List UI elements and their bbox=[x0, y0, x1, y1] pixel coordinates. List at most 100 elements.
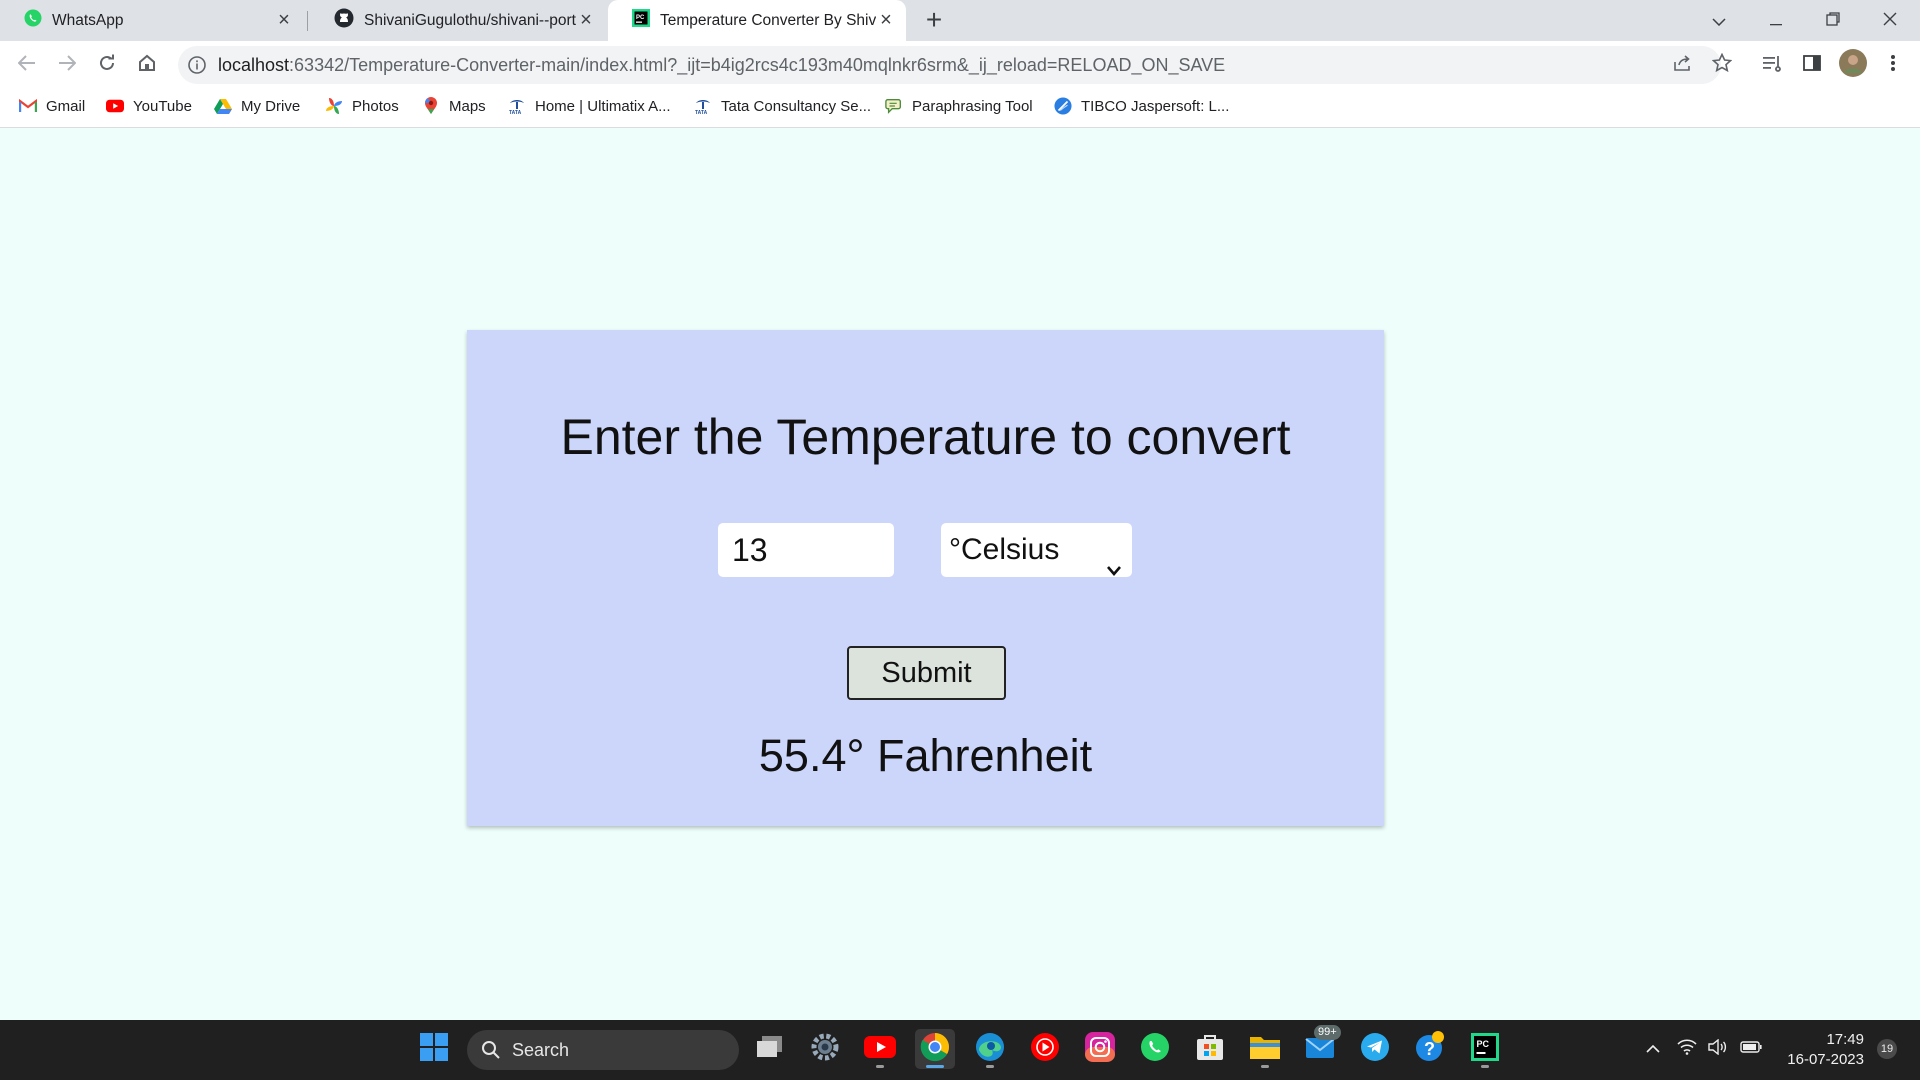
taskbar-settings[interactable] bbox=[805, 1029, 845, 1069]
taskbar-edge[interactable] bbox=[970, 1029, 1010, 1069]
google-maps-icon bbox=[422, 97, 440, 115]
avatar bbox=[1839, 48, 1867, 82]
profile-button[interactable] bbox=[1838, 48, 1868, 82]
task-view-icon bbox=[756, 1035, 784, 1064]
taskbar-microsoft-store[interactable] bbox=[1190, 1029, 1230, 1069]
bookmark-tcs[interactable]: TATA Tata Consultancy Se... bbox=[694, 89, 871, 123]
tab-title: ShivaniGugulothu/shivani--portfo bbox=[364, 11, 576, 29]
temperature-input[interactable]: 13 bbox=[718, 523, 894, 577]
bookmark-label: Home | Ultimatix A... bbox=[535, 97, 671, 115]
google-photos-icon bbox=[325, 97, 343, 115]
wifi-status[interactable] bbox=[1672, 1029, 1702, 1069]
clock[interactable]: 17:49 16-07-2023 bbox=[1780, 1030, 1864, 1070]
tab-strip: WhatsApp × ShivaniGugulothu/shivani--por… bbox=[0, 0, 1920, 41]
side-panel-button[interactable] bbox=[1797, 50, 1827, 80]
conversion-result: 55.4° Fahrenheit bbox=[758, 730, 1093, 781]
taskbar-file-explorer[interactable] bbox=[1245, 1029, 1285, 1069]
reading-list-button[interactable] bbox=[1757, 50, 1787, 80]
taskbar-task-view[interactable] bbox=[750, 1029, 790, 1069]
address-bar[interactable]: localhost:63342/Temperature-Converter-ma… bbox=[178, 46, 1721, 84]
bookmark-button[interactable] bbox=[1707, 50, 1737, 80]
pycharm-icon: PC bbox=[1471, 1032, 1499, 1066]
volume-status[interactable] bbox=[1703, 1029, 1733, 1069]
share-icon bbox=[1672, 54, 1692, 77]
share-button[interactable] bbox=[1667, 50, 1697, 80]
svg-text:TATA: TATA bbox=[509, 110, 522, 115]
forward-button[interactable] bbox=[52, 50, 82, 80]
bookmark-label: Paraphrasing Tool bbox=[912, 97, 1033, 115]
taskbar-get-help[interactable]: ? bbox=[1410, 1029, 1450, 1069]
menu-button[interactable] bbox=[1878, 50, 1908, 80]
bookmark-jaspersoft[interactable]: TIBCO Jaspersoft: L... bbox=[1054, 89, 1229, 123]
taskbar-pycharm[interactable]: PC bbox=[1465, 1029, 1505, 1069]
back-arrow-icon bbox=[17, 54, 36, 76]
restore-button[interactable] bbox=[1806, 0, 1860, 41]
show-hidden-icons-button[interactable] bbox=[1633, 1029, 1673, 1069]
taskbar-youtube[interactable] bbox=[860, 1029, 900, 1069]
clock-time: 17:49 bbox=[1826, 1031, 1864, 1048]
taskbar-chrome[interactable] bbox=[915, 1029, 955, 1069]
bookmark-maps[interactable]: Maps bbox=[422, 89, 486, 123]
reading-list-icon bbox=[1762, 54, 1782, 77]
minimize-icon bbox=[1770, 10, 1782, 31]
close-tab-icon[interactable]: × bbox=[876, 9, 896, 31]
microsoft-store-icon bbox=[1196, 1033, 1224, 1066]
bookmark-my-drive[interactable]: My Drive bbox=[214, 89, 300, 123]
edge-icon bbox=[975, 1032, 1005, 1067]
bookmark-ultimatix[interactable]: TATA Home | Ultimatix A... bbox=[508, 89, 671, 123]
converter-card: Enter the Temperature to convert 13 °Cel… bbox=[467, 330, 1384, 826]
battery-icon bbox=[1740, 1040, 1762, 1058]
start-button[interactable] bbox=[414, 1029, 454, 1069]
minimize-button[interactable] bbox=[1749, 0, 1803, 41]
bookmark-label: Gmail bbox=[46, 97, 86, 115]
unit-select[interactable]: °Celsius bbox=[941, 523, 1132, 577]
tab-whatsapp[interactable]: WhatsApp × bbox=[0, 0, 304, 41]
home-button[interactable] bbox=[132, 50, 162, 80]
url-text[interactable]: localhost:63342/Temperature-Converter-ma… bbox=[218, 46, 1225, 84]
tab-temperature-converter[interactable]: PC Temperature Converter By Shivani × bbox=[608, 0, 906, 41]
info-icon[interactable] bbox=[187, 55, 207, 75]
taskbar-youtube-music[interactable] bbox=[1025, 1029, 1065, 1069]
instagram-icon bbox=[1085, 1031, 1115, 1067]
bookmark-paraphrasing-tool[interactable]: Paraphrasing Tool bbox=[885, 89, 1033, 123]
bookmark-label: Tata Consultancy Se... bbox=[721, 97, 872, 115]
new-tab-button[interactable]: + bbox=[920, 6, 948, 35]
svg-text:TATA: TATA bbox=[695, 110, 708, 115]
tab-github[interactable]: ShivaniGugulothu/shivani--portfo × bbox=[310, 0, 606, 41]
bookmark-label: Maps bbox=[449, 97, 486, 115]
bookmarks-bar: Gmail YouTube My Drive Photos Maps TATA … bbox=[0, 89, 1920, 128]
taskbar-telegram[interactable] bbox=[1355, 1029, 1395, 1069]
notification-center[interactable]: 19 bbox=[1872, 1029, 1902, 1069]
clock-date: 16-07-2023 bbox=[1787, 1051, 1864, 1068]
chevron-down-icon bbox=[1106, 541, 1122, 595]
side-panel-icon bbox=[1803, 54, 1821, 76]
bookmark-gmail[interactable]: Gmail bbox=[19, 89, 85, 123]
close-tab-icon[interactable]: × bbox=[274, 9, 294, 31]
bookmark-label: YouTube bbox=[133, 97, 192, 115]
taskbar-whatsapp[interactable] bbox=[1135, 1029, 1175, 1069]
running-indicator bbox=[986, 1065, 994, 1068]
close-window-button[interactable] bbox=[1863, 0, 1917, 41]
pycharm-icon: PC bbox=[632, 9, 650, 32]
running-indicator bbox=[1261, 1065, 1269, 1068]
gear-icon bbox=[811, 1033, 839, 1066]
bookmark-photos[interactable]: Photos bbox=[325, 89, 399, 123]
tab-search-button[interactable] bbox=[1692, 0, 1746, 41]
bookmark-youtube[interactable]: YouTube bbox=[106, 89, 192, 123]
taskbar-mail[interactable]: 99+ bbox=[1300, 1025, 1341, 1069]
more-vert-icon bbox=[1890, 54, 1896, 77]
bookmark-label: Photos bbox=[352, 97, 399, 115]
close-tab-icon[interactable]: × bbox=[576, 9, 596, 31]
unit-selected-value: °Celsius bbox=[949, 533, 1060, 566]
back-button[interactable] bbox=[12, 50, 42, 80]
taskbar-instagram[interactable] bbox=[1080, 1029, 1120, 1069]
taskbar: Search 99+ ? PC 17:49 16-07-2023 19 bbox=[0, 1020, 1920, 1080]
tab-separator bbox=[307, 11, 308, 31]
submit-button[interactable]: Submit bbox=[847, 646, 1006, 700]
battery-status[interactable] bbox=[1736, 1029, 1766, 1069]
url-path: :63342/Temperature-Converter-main/index.… bbox=[289, 55, 1226, 75]
reload-button[interactable] bbox=[92, 50, 122, 80]
chevron-down-icon bbox=[1712, 10, 1726, 31]
taskbar-search[interactable]: Search bbox=[467, 1030, 739, 1070]
close-icon bbox=[1883, 10, 1897, 31]
